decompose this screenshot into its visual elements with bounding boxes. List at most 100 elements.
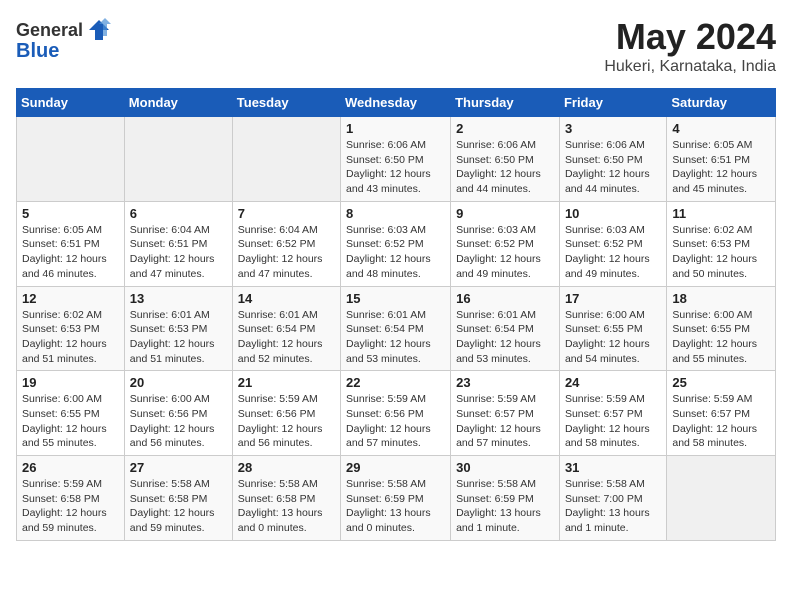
calendar-cell: 15Sunrise: 6:01 AM Sunset: 6:54 PM Dayli… bbox=[341, 286, 451, 371]
day-number: 18 bbox=[672, 291, 770, 306]
day-number: 14 bbox=[238, 291, 335, 306]
calendar-cell: 1Sunrise: 6:06 AM Sunset: 6:50 PM Daylig… bbox=[341, 117, 451, 202]
calendar-cell: 14 Sunrise: 6:01 AM Sunset: 6:54 PM Dayli… bbox=[232, 286, 340, 371]
day-info: Sunrise: 6:04 AM Sunset: 6:52 PM Dayligh… bbox=[238, 223, 335, 282]
day-info: Sunrise: 5:58 AM Sunset: 6:59 PM Dayligh… bbox=[456, 477, 554, 536]
day-number: 15 bbox=[346, 291, 445, 306]
calendar-cell: 20 Sunrise: 6:00 AM Sunset: 6:56 PM Dayli… bbox=[124, 371, 232, 456]
day-number: 25 bbox=[672, 375, 770, 390]
calendar-cell: 9 Sunrise: 6:03 AM Sunset: 6:52 PM Daylig… bbox=[451, 201, 560, 286]
calendar-table: SundayMondayTuesdayWednesdayThursdayFrid… bbox=[16, 88, 776, 541]
day-info: Sunrise: 6:02 AM Sunset: 6:53 PM Dayligh… bbox=[22, 308, 119, 367]
logo: General Blue bbox=[16, 16, 113, 63]
day-number: 8 bbox=[346, 206, 445, 221]
page-title: May 2024 bbox=[604, 16, 776, 58]
calendar-cell: 24Sunrise: 5:59 AM Sunset: 6:57 PM Dayli… bbox=[559, 371, 666, 456]
calendar-cell: 18 Sunrise: 6:00 AM Sunset: 6:55 PM Dayli… bbox=[667, 286, 776, 371]
calendar-cell: 2Sunrise: 6:06 AM Sunset: 6:50 PM Daylig… bbox=[451, 117, 560, 202]
calendar-week-row: 19 Sunrise: 6:00 AM Sunset: 6:55 PM Dayli… bbox=[17, 371, 776, 456]
calendar-cell: 25 Sunrise: 5:59 AM Sunset: 6:57 PM Dayli… bbox=[667, 371, 776, 456]
day-number: 19 bbox=[22, 375, 119, 390]
page-header: General Blue May 2024 Hukeri, Karnataka,… bbox=[16, 16, 776, 76]
day-number: 31 bbox=[565, 460, 661, 475]
day-number: 28 bbox=[238, 460, 335, 475]
day-info: Sunrise: 5:59 AM Sunset: 6:57 PM Dayligh… bbox=[672, 392, 770, 451]
day-number: 3 bbox=[565, 121, 661, 136]
day-number: 11 bbox=[672, 206, 770, 221]
calendar-cell: 22 Sunrise: 5:59 AM Sunset: 6:56 PM Dayli… bbox=[341, 371, 451, 456]
calendar-cell: 7 Sunrise: 6:04 AM Sunset: 6:52 PM Daylig… bbox=[232, 201, 340, 286]
day-number: 27 bbox=[130, 460, 227, 475]
calendar-week-row: 26Sunrise: 5:59 AM Sunset: 6:58 PM Dayli… bbox=[17, 456, 776, 541]
day-info: Sunrise: 6:01 AM Sunset: 6:54 PM Dayligh… bbox=[238, 308, 335, 367]
calendar-cell bbox=[667, 456, 776, 541]
calendar-cell: 23Sunrise: 5:59 AM Sunset: 6:57 PM Dayli… bbox=[451, 371, 560, 456]
day-info: Sunrise: 6:06 AM Sunset: 6:50 PM Dayligh… bbox=[456, 138, 554, 197]
calendar-cell bbox=[17, 117, 125, 202]
day-number: 13 bbox=[130, 291, 227, 306]
weekday-header: Thursday bbox=[451, 89, 560, 117]
day-info: Sunrise: 6:01 AM Sunset: 6:54 PM Dayligh… bbox=[456, 308, 554, 367]
day-info: Sunrise: 6:05 AM Sunset: 6:51 PM Dayligh… bbox=[22, 223, 119, 282]
day-info: Sunrise: 6:02 AM Sunset: 6:53 PM Dayligh… bbox=[672, 223, 770, 282]
weekday-header: Friday bbox=[559, 89, 666, 117]
weekday-header: Saturday bbox=[667, 89, 776, 117]
calendar-cell: 31Sunrise: 5:58 AM Sunset: 7:00 PM Dayli… bbox=[559, 456, 666, 541]
calendar-cell: 4 Sunrise: 6:05 AM Sunset: 6:51 PM Daylig… bbox=[667, 117, 776, 202]
calendar-cell: 8 Sunrise: 6:03 AM Sunset: 6:52 PM Daylig… bbox=[341, 201, 451, 286]
day-info: Sunrise: 5:59 AM Sunset: 6:57 PM Dayligh… bbox=[565, 392, 661, 451]
calendar-cell: 3 Sunrise: 6:06 AM Sunset: 6:50 PM Daylig… bbox=[559, 117, 666, 202]
day-info: Sunrise: 6:06 AM Sunset: 6:50 PM Dayligh… bbox=[346, 138, 445, 197]
calendar-cell: 12Sunrise: 6:02 AM Sunset: 6:53 PM Dayli… bbox=[17, 286, 125, 371]
day-info: Sunrise: 6:05 AM Sunset: 6:51 PM Dayligh… bbox=[672, 138, 770, 197]
weekday-header: Tuesday bbox=[232, 89, 340, 117]
calendar-week-row: 1Sunrise: 6:06 AM Sunset: 6:50 PM Daylig… bbox=[17, 117, 776, 202]
day-number: 10 bbox=[565, 206, 661, 221]
weekday-header: Monday bbox=[124, 89, 232, 117]
calendar-cell: 5Sunrise: 6:05 AM Sunset: 6:51 PM Daylig… bbox=[17, 201, 125, 286]
day-number: 6 bbox=[130, 206, 227, 221]
day-number: 17 bbox=[565, 291, 661, 306]
day-info: Sunrise: 5:58 AM Sunset: 6:59 PM Dayligh… bbox=[346, 477, 445, 536]
calendar-header: SundayMondayTuesdayWednesdayThursdayFrid… bbox=[17, 89, 776, 117]
logo-icon bbox=[85, 16, 113, 44]
day-info: Sunrise: 6:04 AM Sunset: 6:51 PM Dayligh… bbox=[130, 223, 227, 282]
calendar-week-row: 5Sunrise: 6:05 AM Sunset: 6:51 PM Daylig… bbox=[17, 201, 776, 286]
day-number: 4 bbox=[672, 121, 770, 136]
day-number: 16 bbox=[456, 291, 554, 306]
day-info: Sunrise: 6:03 AM Sunset: 6:52 PM Dayligh… bbox=[456, 223, 554, 282]
calendar-cell: 29 Sunrise: 5:58 AM Sunset: 6:59 PM Dayli… bbox=[341, 456, 451, 541]
day-info: Sunrise: 5:58 AM Sunset: 6:58 PM Dayligh… bbox=[130, 477, 227, 536]
day-info: Sunrise: 6:06 AM Sunset: 6:50 PM Dayligh… bbox=[565, 138, 661, 197]
logo-general-text: General bbox=[16, 20, 83, 41]
day-number: 29 bbox=[346, 460, 445, 475]
day-info: Sunrise: 5:59 AM Sunset: 6:56 PM Dayligh… bbox=[238, 392, 335, 451]
day-info: Sunrise: 6:00 AM Sunset: 6:55 PM Dayligh… bbox=[672, 308, 770, 367]
day-number: 7 bbox=[238, 206, 335, 221]
day-number: 26 bbox=[22, 460, 119, 475]
day-info: Sunrise: 6:01 AM Sunset: 6:53 PM Dayligh… bbox=[130, 308, 227, 367]
day-number: 9 bbox=[456, 206, 554, 221]
day-info: Sunrise: 6:00 AM Sunset: 6:56 PM Dayligh… bbox=[130, 392, 227, 451]
day-number: 20 bbox=[130, 375, 227, 390]
day-number: 22 bbox=[346, 375, 445, 390]
day-info: Sunrise: 6:00 AM Sunset: 6:55 PM Dayligh… bbox=[22, 392, 119, 451]
calendar-cell: 21Sunrise: 5:59 AM Sunset: 6:56 PM Dayli… bbox=[232, 371, 340, 456]
day-info: Sunrise: 5:59 AM Sunset: 6:57 PM Dayligh… bbox=[456, 392, 554, 451]
calendar-cell: 13 Sunrise: 6:01 AM Sunset: 6:53 PM Dayli… bbox=[124, 286, 232, 371]
calendar-week-row: 12Sunrise: 6:02 AM Sunset: 6:53 PM Dayli… bbox=[17, 286, 776, 371]
day-info: Sunrise: 6:03 AM Sunset: 6:52 PM Dayligh… bbox=[346, 223, 445, 282]
day-info: Sunrise: 5:58 AM Sunset: 6:58 PM Dayligh… bbox=[238, 477, 335, 536]
weekday-header: Sunday bbox=[17, 89, 125, 117]
day-number: 30 bbox=[456, 460, 554, 475]
calendar-cell: 6 Sunrise: 6:04 AM Sunset: 6:51 PM Daylig… bbox=[124, 201, 232, 286]
calendar-cell: 30 Sunrise: 5:58 AM Sunset: 6:59 PM Dayli… bbox=[451, 456, 560, 541]
calendar-cell bbox=[124, 117, 232, 202]
day-info: Sunrise: 5:59 AM Sunset: 6:56 PM Dayligh… bbox=[346, 392, 445, 451]
calendar-cell: 26Sunrise: 5:59 AM Sunset: 6:58 PM Dayli… bbox=[17, 456, 125, 541]
logo-blue-text: Blue bbox=[16, 40, 59, 63]
day-info: Sunrise: 6:03 AM Sunset: 6:52 PM Dayligh… bbox=[565, 223, 661, 282]
calendar-cell: 17 Sunrise: 6:00 AM Sunset: 6:55 PM Dayli… bbox=[559, 286, 666, 371]
title-section: May 2024 Hukeri, Karnataka, India bbox=[604, 16, 776, 76]
day-info: Sunrise: 6:00 AM Sunset: 6:55 PM Dayligh… bbox=[565, 308, 661, 367]
